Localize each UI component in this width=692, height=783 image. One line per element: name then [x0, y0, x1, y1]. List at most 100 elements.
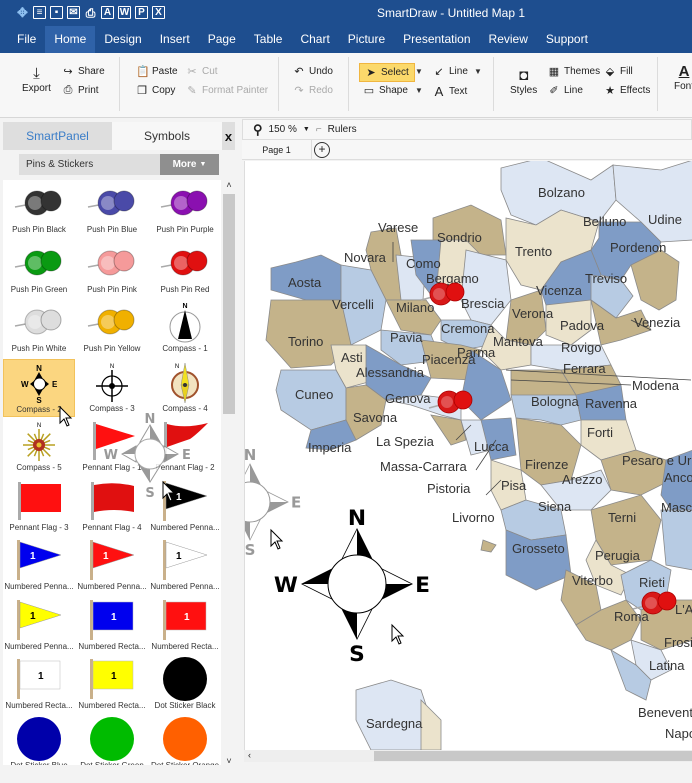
symbol-label: Numbered Penna...: [4, 582, 74, 591]
symbol-numbered-penna[interactable]: 1 Numbered Penna...: [3, 537, 75, 595]
ruler-icon[interactable]: ⌐: [316, 124, 322, 135]
zoom-magnifier-icon[interactable]: ⚲: [253, 122, 263, 138]
shape-dropdown-caret[interactable]: ▼: [415, 86, 423, 95]
region-brescia[interactable]: [460, 249, 512, 326]
symbol-compass-2[interactable]: N S W E Compass - 2: [3, 358, 75, 417]
region-sardegna[interactable]: [355, 679, 432, 750]
horizontal-scrollbar-thumb[interactable]: [374, 751, 692, 761]
add-page-icon[interactable]: +: [314, 142, 330, 158]
shape-tool-button[interactable]: ▭ Shape: [363, 84, 408, 97]
more-button[interactable]: More ▼: [160, 154, 219, 175]
region-grosseto[interactable]: [505, 529, 572, 591]
close-panel-icon[interactable]: x: [222, 122, 235, 150]
symbol-compass-3[interactable]: N Compass - 3: [76, 359, 148, 417]
text-tool-button[interactable]: A Text: [433, 84, 468, 99]
numrect-icon: 1: [76, 599, 148, 640]
line-dropdown-caret[interactable]: ▼: [474, 67, 482, 76]
page-tab[interactable]: Page 1: [242, 140, 312, 160]
ribbon-group-tools: ➤ Select ▼ ↙ Line ▼ ▭ Shape ▼ A Text: [349, 57, 494, 111]
symbol-pennant-flag-2[interactable]: Pennant Flag - 2: [149, 418, 221, 476]
effects-button[interactable]: ★ Effects: [604, 84, 650, 97]
region-sardegna-east[interactable]: [420, 699, 442, 750]
line-style-button[interactable]: ✐ Line: [548, 84, 583, 97]
menu-table[interactable]: Table: [245, 26, 292, 53]
cut-button[interactable]: ✂ Cut: [186, 65, 217, 78]
zoom-dropdown-caret[interactable]: ▼: [303, 126, 310, 133]
canvas-horizontal-scrollbar[interactable]: ‹: [244, 750, 692, 762]
drawing-canvas[interactable]: Bolzano Udine Belluno Varese Sondrio Trento Po…: [244, 161, 692, 750]
redo-button[interactable]: ↷ Redo: [293, 84, 333, 97]
menu-design[interactable]: Design: [95, 26, 150, 53]
symbol-push-pin-pink[interactable]: Push Pin Pink: [76, 240, 148, 298]
symbol-numbered-penna[interactable]: 1 Numbered Penna...: [76, 537, 148, 595]
symbol-numbered-penna[interactable]: 1 Numbered Penna...: [149, 537, 221, 595]
fill-button[interactable]: ⬙ Fill: [604, 65, 633, 78]
map-label-bolzano: Bolzano: [538, 185, 585, 200]
tab-smartpanel[interactable]: SmartPanel: [3, 122, 112, 150]
region-macerata[interactable]: [660, 509, 692, 571]
map-label-rovigo: Rovigo: [561, 340, 601, 355]
symbol-push-pin-white[interactable]: Push Pin White: [3, 299, 75, 357]
symbol-pennant-flag-4[interactable]: Pennant Flag - 4: [76, 478, 148, 536]
symbol-push-pin-purple[interactable]: Push Pin Purple: [149, 180, 221, 238]
line-tool-button[interactable]: ↙ Line: [433, 65, 468, 78]
menu-support[interactable]: Support: [537, 26, 597, 53]
menu-review[interactable]: Review: [480, 26, 537, 53]
menu-file[interactable]: File: [8, 26, 45, 53]
font-button[interactable]: A Font: [674, 63, 692, 92]
svg-text:S: S: [245, 541, 255, 559]
symbol-dot-sticker-green[interactable]: Dot Sticker Green: [76, 716, 148, 771]
symbol-compass-5[interactable]: N Compass - 5: [3, 418, 75, 476]
select-dropdown-caret[interactable]: ▼: [415, 67, 423, 76]
scroll-left-icon[interactable]: ‹: [248, 750, 251, 760]
symbol-push-pin-blue[interactable]: Push Pin Blue: [76, 180, 148, 238]
scroll-up-icon[interactable]: ˄: [222, 180, 236, 194]
menu-picture[interactable]: Picture: [339, 26, 394, 53]
symbol-pennant-flag-3[interactable]: Pennant Flag - 3: [3, 478, 75, 536]
symbol-scrollbar[interactable]: ˄ ˅: [222, 180, 236, 770]
paste-button[interactable]: 📋 Paste: [136, 65, 178, 78]
zoom-level[interactable]: 150 %: [269, 124, 297, 135]
symbol-numbered-recta[interactable]: 1 Numbered Recta...: [76, 656, 148, 714]
symbol-push-pin-black[interactable]: Push Pin Black: [3, 180, 75, 238]
tab-symbols[interactable]: Symbols: [112, 122, 222, 150]
menu-chart[interactable]: Chart: [291, 26, 338, 53]
map-label-anco: Anco: [664, 470, 692, 485]
format-painter-button[interactable]: ✎ Format Painter: [186, 84, 268, 97]
export-button[interactable]: ⤓ Export: [22, 65, 51, 94]
print-button[interactable]: ⎙ Print: [62, 84, 99, 97]
svg-text:N: N: [36, 364, 42, 373]
symbol-dot-sticker-orange[interactable]: Dot Sticker Orange: [149, 716, 221, 771]
symbol-compass-1[interactable]: N Compass - 1: [149, 299, 221, 357]
symbol-numbered-recta[interactable]: 1 Numbered Recta...: [76, 597, 148, 655]
menu-insert[interactable]: Insert: [151, 26, 199, 53]
symbol-compass-4[interactable]: N Compass - 4: [149, 359, 221, 417]
placed-compass-symbol[interactable]: N S W E: [274, 506, 430, 667]
map-label-arezzo: Arezzo: [562, 472, 602, 487]
symbol-dot-sticker-black[interactable]: Dot Sticker Black: [149, 656, 221, 714]
symbol-numbered-penna[interactable]: 1 Numbered Penna...: [3, 597, 75, 655]
menu-page[interactable]: Page: [199, 26, 245, 53]
undo-button[interactable]: ↶ Undo: [293, 65, 333, 78]
symbol-pennant-flag-1[interactable]: Pennant Flag - 1: [76, 418, 148, 476]
scrollbar-thumb[interactable]: [223, 194, 235, 414]
menu-home[interactable]: Home: [45, 26, 96, 53]
symbol-numbered-penna[interactable]: 1 Numbered Penna...: [149, 478, 221, 536]
symbol-numbered-recta[interactable]: 1 Numbered Recta...: [149, 597, 221, 655]
styles-button[interactable]: ◘ Styles: [510, 67, 537, 96]
symbol-dot-sticker-blue[interactable]: Dot Sticker Blue: [3, 716, 75, 771]
symbol-label: Push Pin Black: [12, 225, 66, 234]
select-tool-button[interactable]: ➤ Select: [359, 63, 415, 82]
region-elba-island[interactable]: [480, 539, 497, 553]
symbol-push-pin-red[interactable]: Push Pin Red: [149, 240, 221, 298]
svg-text:W: W: [21, 380, 29, 389]
share-button[interactable]: ↪ Share: [62, 65, 104, 78]
themes-button[interactable]: ▦ Themes: [548, 65, 600, 78]
symbol-label: Numbered Recta...: [78, 641, 146, 651]
rulers-toggle[interactable]: Rulers: [328, 124, 357, 135]
symbol-push-pin-yellow[interactable]: Push Pin Yellow: [76, 299, 148, 357]
copy-button[interactable]: ❐ Copy: [136, 84, 175, 97]
menu-presentation[interactable]: Presentation: [394, 26, 479, 53]
symbol-numbered-recta[interactable]: 1 Numbered Recta...: [3, 656, 75, 714]
symbol-push-pin-green[interactable]: Push Pin Green: [3, 240, 75, 298]
